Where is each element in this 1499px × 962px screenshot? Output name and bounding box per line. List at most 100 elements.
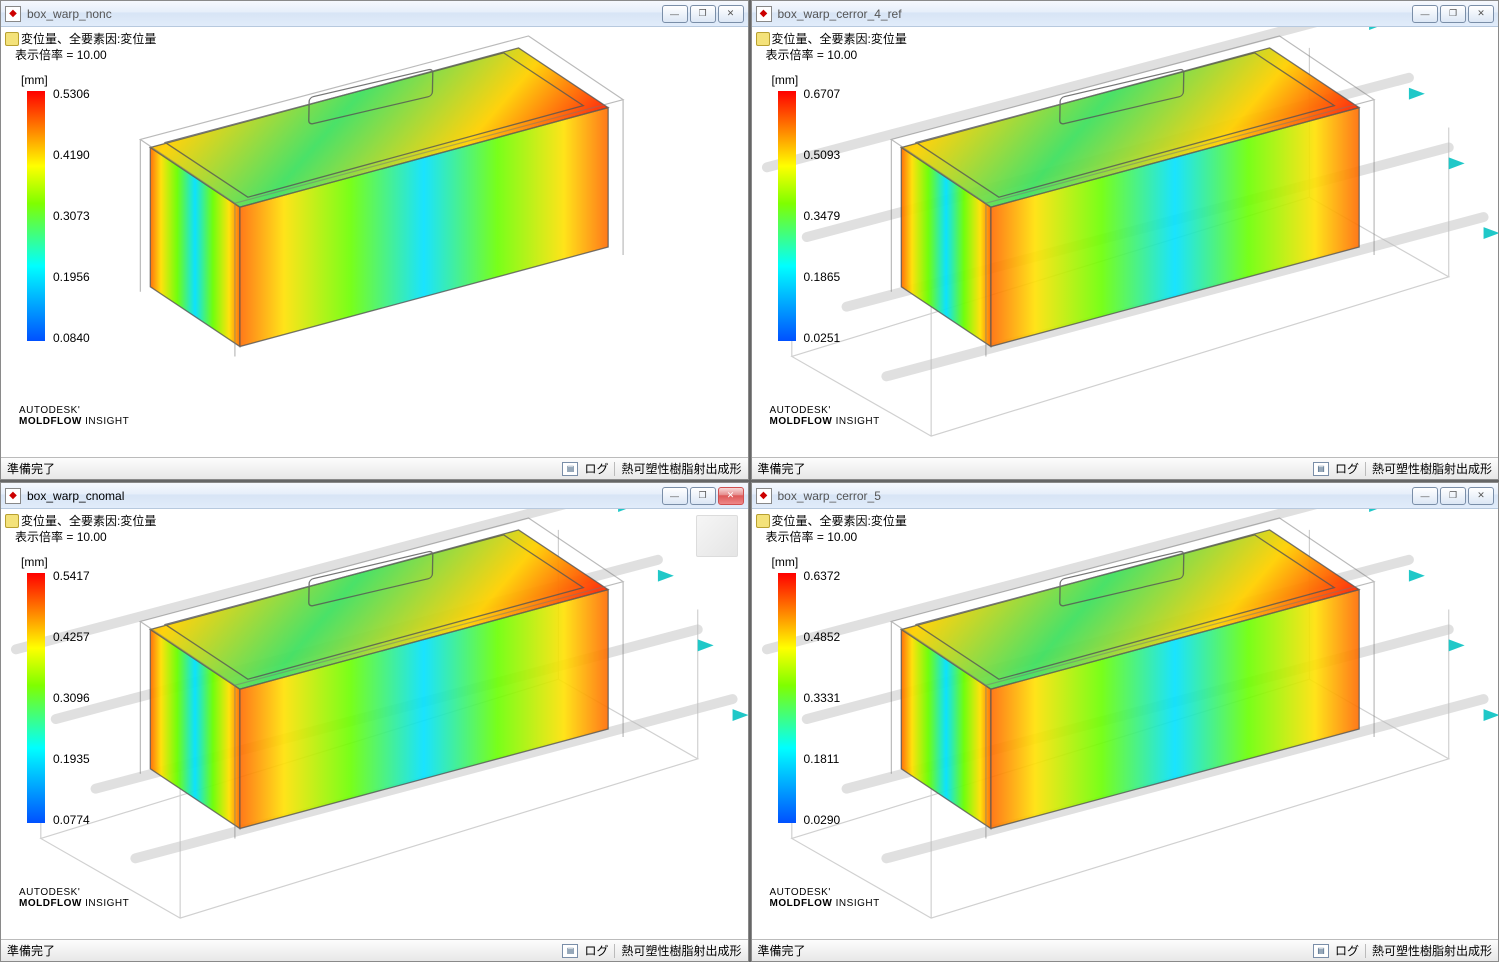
mode-label: 熱可塑性樹脂射出成形 — [1372, 942, 1492, 959]
viewport-pane: ◆ box_warp_cnomal — ❐ ✕ — [0, 482, 749, 962]
status-bar: 準備完了 ▤ ログ 熱可塑性樹脂射出成形 — [752, 939, 1499, 961]
mode-label: 熱可塑性樹脂射出成形 — [1372, 460, 1492, 477]
legend-tick: 0.0840 — [53, 331, 90, 345]
app-icon: ◆ — [756, 488, 772, 504]
maximize-button[interactable]: ❐ — [1440, 5, 1466, 23]
status-bar: 準備完了 ▤ ログ 熱可塑性樹脂射出成形 — [752, 457, 1499, 479]
minimize-button[interactable]: — — [1412, 487, 1438, 505]
lock-icon — [756, 32, 770, 46]
result-label: 変位量、全要素因:変位量 表示倍率 = 10.00 — [756, 31, 907, 63]
maximize-button[interactable]: ❐ — [1440, 487, 1466, 505]
legend-tick: 0.1956 — [53, 270, 90, 284]
minimize-button[interactable]: — — [662, 487, 688, 505]
status-text: 準備完了 — [758, 460, 1307, 477]
mode-label: 熱可塑性樹脂射出成形 — [621, 942, 741, 959]
viewport-pane: ◆ box_warp_nonc — ❐ ✕ — [0, 0, 749, 480]
app-icon: ◆ — [756, 6, 772, 22]
separator — [614, 462, 615, 476]
status-text: 準備完了 — [7, 460, 556, 477]
lock-icon — [5, 32, 19, 46]
legend-tick: 0.3096 — [53, 691, 90, 705]
legend-tick: 0.3479 — [804, 209, 841, 223]
close-button[interactable]: ✕ — [718, 487, 744, 505]
legend-tick: 0.6707 — [804, 87, 841, 101]
log-label[interactable]: ログ — [584, 460, 608, 477]
unit-label: [mm] — [772, 555, 799, 569]
color-legend-ticks: 0.5306 0.4190 0.3073 0.1956 0.0840 — [53, 87, 90, 345]
mode-label: 熱可塑性樹脂射出成形 — [621, 460, 741, 477]
status-bar: 準備完了 ▤ ログ 熱可塑性樹脂射出成形 — [1, 457, 748, 479]
color-legend-ticks: 0.6372 0.4852 0.3331 0.1811 0.0290 — [804, 569, 841, 827]
unit-label: [mm] — [21, 555, 48, 569]
maximize-button[interactable]: ❐ — [690, 5, 716, 23]
window-titlebar[interactable]: ◆ box_warp_cerror_4_ref — ❐ ✕ — [752, 1, 1499, 27]
brand-watermark: AUTODESK' MOLDFLOW INSIGHT — [770, 887, 880, 909]
legend-tick: 0.3073 — [53, 209, 90, 223]
color-legend-ticks: 0.6707 0.5093 0.3479 0.1865 0.0251 — [804, 87, 841, 345]
close-button[interactable]: ✕ — [1468, 5, 1494, 23]
result-label: 変位量、全要素因:変位量 表示倍率 = 10.00 — [5, 513, 156, 545]
color-legend-bar — [778, 573, 796, 823]
legend-tick: 0.0290 — [804, 813, 841, 827]
color-legend-bar — [778, 91, 796, 341]
lock-icon — [5, 514, 19, 528]
legend-tick: 0.5306 — [53, 87, 90, 101]
legend-tick: 0.1935 — [53, 752, 90, 766]
window-title: box_warp_cerror_5 — [778, 489, 1407, 503]
app-icon: ◆ — [5, 6, 21, 22]
window-titlebar[interactable]: ◆ box_warp_cerror_5 — ❐ ✕ — [752, 483, 1499, 509]
result-label: 変位量、全要素因:変位量 表示倍率 = 10.00 — [5, 31, 156, 63]
log-icon[interactable]: ▤ — [562, 462, 578, 476]
legend-tick: 0.4190 — [53, 148, 90, 162]
log-label[interactable]: ログ — [584, 942, 608, 959]
legend-tick: 0.3331 — [804, 691, 841, 705]
unit-label: [mm] — [772, 73, 799, 87]
legend-tick: 0.1811 — [804, 752, 841, 766]
legend-tick: 0.0251 — [804, 331, 841, 345]
lock-icon — [756, 514, 770, 528]
model-viewport[interactable]: 変位量、全要素因:変位量 表示倍率 = 10.00 [mm] 0.5417 0.4… — [1, 509, 748, 939]
viewport-pane: ◆ box_warp_cerror_5 — ❐ ✕ — [751, 482, 1499, 962]
log-icon[interactable]: ▤ — [1313, 944, 1329, 958]
minimize-button[interactable]: — — [1412, 5, 1438, 23]
brand-watermark: AUTODESK' MOLDFLOW INSIGHT — [770, 405, 880, 427]
model-viewport[interactable]: 変位量、全要素因:変位量 表示倍率 = 10.00 [mm] 0.6372 0.4… — [752, 509, 1499, 939]
result-label: 変位量、全要素因:変位量 表示倍率 = 10.00 — [756, 513, 907, 545]
status-text: 準備完了 — [758, 942, 1307, 959]
window-title: box_warp_cnomal — [27, 489, 656, 503]
brand-watermark: AUTODESK' MOLDFLOW INSIGHT — [19, 887, 129, 909]
separator — [1365, 462, 1366, 476]
minimize-button[interactable]: — — [662, 5, 688, 23]
legend-tick: 0.0774 — [53, 813, 90, 827]
legend-tick: 0.6372 — [804, 569, 841, 583]
separator — [1365, 944, 1366, 958]
view-cube[interactable] — [696, 515, 738, 557]
app-icon: ◆ — [5, 488, 21, 504]
legend-tick: 0.5417 — [53, 569, 90, 583]
brand-watermark: AUTODESK' MOLDFLOW INSIGHT — [19, 405, 129, 427]
log-label[interactable]: ログ — [1335, 460, 1359, 477]
unit-label: [mm] — [21, 73, 48, 87]
viewport-pane: ◆ box_warp_cerror_4_ref — ❐ ✕ — [751, 0, 1499, 480]
log-icon[interactable]: ▤ — [562, 944, 578, 958]
close-button[interactable]: ✕ — [1468, 487, 1494, 505]
maximize-button[interactable]: ❐ — [690, 487, 716, 505]
status-bar: 準備完了 ▤ ログ 熱可塑性樹脂射出成形 — [1, 939, 748, 961]
window-title: box_warp_nonc — [27, 7, 656, 21]
color-legend-bar — [27, 91, 45, 341]
log-icon[interactable]: ▤ — [1313, 462, 1329, 476]
window-title: box_warp_cerror_4_ref — [778, 7, 1407, 21]
model-viewport[interactable]: 変位量、全要素因:変位量 表示倍率 = 10.00 [mm] 0.5306 0.4… — [1, 27, 748, 457]
close-button[interactable]: ✕ — [718, 5, 744, 23]
model-viewport[interactable]: 変位量、全要素因:変位量 表示倍率 = 10.00 [mm] 0.6707 0.5… — [752, 27, 1499, 457]
legend-tick: 0.5093 — [804, 148, 841, 162]
window-titlebar[interactable]: ◆ box_warp_cnomal — ❐ ✕ — [1, 483, 748, 509]
window-titlebar[interactable]: ◆ box_warp_nonc — ❐ ✕ — [1, 1, 748, 27]
log-label[interactable]: ログ — [1335, 942, 1359, 959]
status-text: 準備完了 — [7, 942, 556, 959]
separator — [614, 944, 615, 958]
color-legend-bar — [27, 573, 45, 823]
legend-tick: 0.4257 — [53, 630, 90, 644]
legend-tick: 0.1865 — [804, 270, 841, 284]
legend-tick: 0.4852 — [804, 630, 841, 644]
